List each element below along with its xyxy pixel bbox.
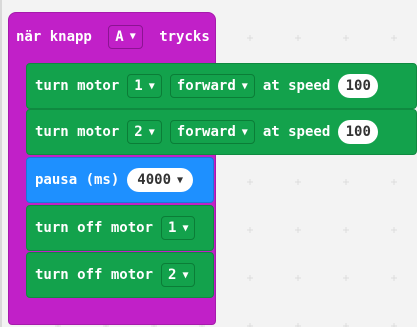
- turn-off-motor-label: turn off motor: [35, 220, 154, 236]
- button-dropdown[interactable]: A ▼: [108, 25, 143, 49]
- event-prefix: när knapp: [16, 29, 92, 45]
- speed-input[interactable]: 100: [338, 74, 379, 98]
- pause-duration-value: 4000: [137, 172, 172, 188]
- chevron-down-icon: ▼: [148, 126, 155, 138]
- motor-value: 2: [168, 267, 177, 283]
- chevron-down-icon: ▼: [241, 126, 248, 138]
- motor-value: 1: [168, 220, 177, 236]
- turn-off-motor-block-2[interactable]: turn off motor 2 ▼: [26, 252, 214, 298]
- motor-dropdown[interactable]: 1 ▼: [127, 74, 162, 98]
- chevron-down-icon: ▼: [182, 269, 189, 281]
- button-dropdown-value: A: [115, 29, 124, 45]
- turn-motor-block-2[interactable]: turn motor 2 ▼ forward ▼ at speed 100: [26, 109, 417, 155]
- turn-motor-block-1[interactable]: turn motor 1 ▼ forward ▼ at speed 100: [26, 63, 417, 109]
- direction-value: forward: [176, 78, 236, 94]
- direction-dropdown[interactable]: forward ▼: [169, 74, 255, 98]
- direction-value: forward: [176, 124, 236, 140]
- motor-value: 1: [134, 78, 143, 94]
- workspace-left-border: [0, 0, 2, 327]
- pause-block[interactable]: pausa (ms) 4000 ▼: [26, 157, 214, 203]
- event-suffix: trycks: [159, 29, 210, 45]
- chevron-down-icon: ▼: [241, 80, 248, 92]
- pause-label: pausa (ms): [35, 172, 120, 188]
- at-speed-label: at speed: [262, 78, 331, 94]
- chevron-down-icon: ▼: [182, 222, 189, 234]
- motor-value: 2: [134, 124, 143, 140]
- chevron-down-icon: ▼: [148, 80, 155, 92]
- turn-off-motor-block-1[interactable]: turn off motor 1 ▼: [26, 205, 214, 251]
- pause-duration-dropdown[interactable]: 4000 ▼: [127, 168, 194, 192]
- motor-dropdown[interactable]: 1 ▼: [161, 216, 196, 240]
- motor-dropdown[interactable]: 2 ▼: [127, 120, 162, 144]
- at-speed-label: at speed: [262, 124, 331, 140]
- turn-motor-label: turn motor: [35, 124, 120, 140]
- direction-dropdown[interactable]: forward ▼: [169, 120, 255, 144]
- motor-dropdown[interactable]: 2 ▼: [161, 263, 196, 287]
- chevron-down-icon: ▼: [177, 174, 184, 186]
- turn-off-motor-label: turn off motor: [35, 267, 154, 283]
- event-block-title: när knapp A ▼ trycks: [16, 25, 210, 49]
- turn-motor-label: turn motor: [35, 78, 120, 94]
- chevron-down-icon: ▼: [129, 31, 136, 42]
- speed-input[interactable]: 100: [338, 120, 379, 144]
